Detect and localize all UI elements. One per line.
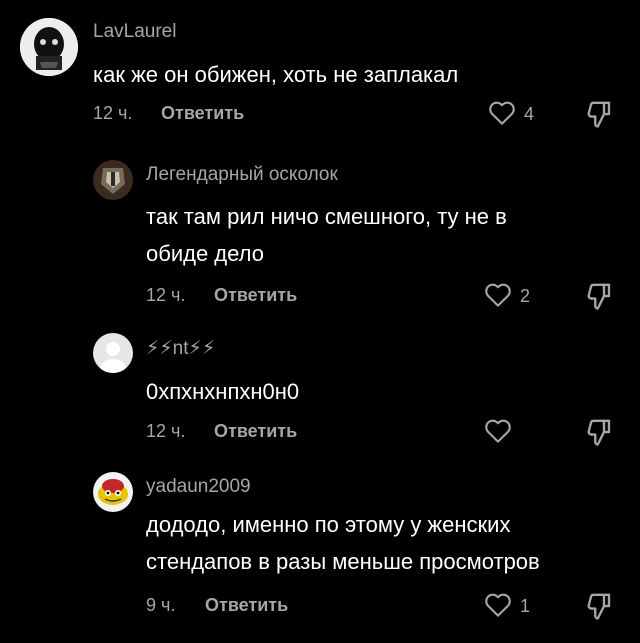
like-count: 1 — [520, 596, 531, 616]
comment-text-line: дододо, именно по этому у женских — [146, 512, 511, 537]
avatar-image — [93, 472, 133, 512]
comment-username[interactable]: LavLaurel — [93, 21, 176, 43]
dislike-button[interactable] — [584, 281, 614, 311]
avatar[interactable] — [93, 333, 133, 373]
comment-time: 9 ч. — [146, 595, 176, 615]
dislike-button[interactable] — [584, 417, 614, 447]
like-button[interactable] — [483, 280, 513, 310]
reply-button[interactable]: Ответить — [161, 103, 244, 124]
reply-comment-item: yadaun2009 дододо, именно по этому у жен… — [0, 462, 640, 643]
avatar-image — [93, 160, 133, 200]
reply-comment-item: Легендарный осколок так там рил ничо сме… — [0, 150, 640, 310]
avatar-image — [20, 18, 78, 76]
comment-username[interactable]: Легендарный осколок — [146, 164, 338, 186]
like-button[interactable] — [487, 98, 517, 128]
heart-outline-icon — [485, 283, 511, 307]
comment-item: LavLaurel как же он обижен, хоть не запл… — [0, 0, 640, 140]
comment-time: 12 ч. — [146, 421, 186, 441]
comment-text-line: 0хпхнхнпхн0н0 — [146, 379, 300, 404]
reply-comment-item: ⚡⚡nt⚡⚡ 0хпхнхнпхн0н0 12 ч. Ответить — [0, 325, 640, 450]
reply-button[interactable]: Ответить — [214, 285, 297, 306]
dislike-button[interactable] — [584, 591, 614, 621]
avatar[interactable] — [20, 18, 78, 76]
comment-time: 12 ч. — [93, 103, 133, 123]
comment-time: 12 ч. — [146, 285, 186, 305]
thumbs-down-outline-icon — [587, 419, 611, 446]
avatar[interactable] — [93, 160, 133, 200]
thumbs-down-outline-icon — [587, 593, 611, 620]
comment-username[interactable]: ⚡⚡nt⚡⚡ — [146, 337, 215, 360]
heart-outline-icon — [485, 593, 511, 617]
like-count: 4 — [524, 104, 535, 124]
dislike-button[interactable] — [584, 99, 614, 129]
heart-outline-icon — [489, 101, 515, 125]
heart-outline-icon — [485, 419, 511, 443]
comment-text-line: так там рил ничо смешного, ту не в — [146, 204, 507, 229]
like-button[interactable] — [483, 416, 513, 446]
reply-button[interactable]: Ответить — [205, 595, 288, 616]
comment-text-line: стендапов в разы меньше просмотров — [146, 549, 540, 574]
like-button[interactable] — [483, 590, 513, 620]
thumbs-down-outline-icon — [587, 101, 611, 128]
default-avatar-icon — [93, 333, 133, 373]
like-count: 2 — [520, 286, 531, 306]
avatar[interactable] — [93, 472, 133, 512]
thumbs-down-outline-icon — [587, 283, 611, 310]
comment-username[interactable]: yadaun2009 — [146, 476, 251, 498]
reply-button[interactable]: Ответить — [214, 421, 297, 442]
comment-text-line: обиде дело — [146, 241, 264, 266]
comment-text-line: как же он обижен, хоть не заплакал — [93, 62, 459, 87]
